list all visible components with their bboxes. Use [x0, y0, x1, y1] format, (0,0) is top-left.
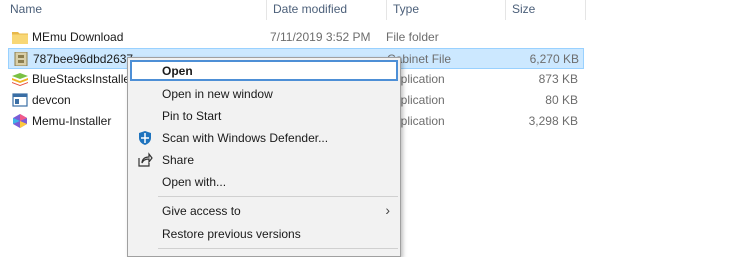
- memu-icon: [13, 114, 27, 128]
- column-date-modified[interactable]: Date modified: [273, 2, 347, 16]
- menu-item-label: Share: [162, 153, 195, 167]
- windows-defender-icon: [139, 131, 151, 145]
- column-size[interactable]: Size: [512, 2, 535, 16]
- column-type[interactable]: Type: [393, 2, 419, 16]
- column-separator[interactable]: [386, 0, 387, 20]
- file-name: MEmu Download: [32, 30, 124, 44]
- menu-item-label: Pin to Start: [162, 109, 222, 123]
- column-separator[interactable]: [266, 0, 267, 20]
- menu-item-label: Open in new window: [162, 87, 273, 101]
- share-icon: [138, 152, 153, 167]
- column-name[interactable]: Name: [10, 2, 42, 16]
- file-name: Memu-Installer: [32, 114, 112, 128]
- bluestacks-icon: [12, 73, 28, 86]
- menu-item-label: Open: [162, 64, 193, 78]
- file-date: 7/11/2019 3:52 PM: [270, 30, 371, 44]
- column-separator[interactable]: [585, 0, 586, 20]
- cabinet-file-icon: [14, 52, 28, 66]
- menu-item-label: Give access to: [162, 204, 241, 218]
- column-header: Name Date modified Type Size: [0, 0, 740, 20]
- menu-item-pin-to-start[interactable]: Pin to Start: [130, 105, 398, 126]
- file-name: BlueStacksInstalle: [32, 72, 131, 86]
- menu-item-scan-defender[interactable]: Scan with Windows Defender...: [130, 127, 398, 148]
- folder-icon: [12, 32, 28, 44]
- menu-item-open-with[interactable]: Open with...: [130, 171, 398, 192]
- chevron-right-icon: ›: [385, 202, 390, 218]
- menu-item-restore-previous-versions[interactable]: Restore previous versions: [130, 223, 398, 244]
- menu-divider: [158, 196, 398, 197]
- file-type: File folder: [386, 30, 439, 44]
- menu-divider: [158, 248, 398, 249]
- menu-item-open[interactable]: Open: [130, 60, 398, 81]
- file-size: 3,298 KB: [528, 114, 578, 128]
- menu-item-share[interactable]: Share: [130, 149, 398, 170]
- menu-item-give-access[interactable]: Give access to ›: [130, 200, 398, 221]
- menu-item-label: Scan with Windows Defender...: [162, 131, 329, 145]
- file-row-memu-download[interactable]: MEmu Download 7/11/2019 3:52 PM File fol…: [8, 27, 584, 48]
- file-size: 80 KB: [545, 93, 578, 107]
- menu-item-label: Open with...: [162, 175, 227, 189]
- file-name: 787bee96dbd2637: [33, 52, 134, 66]
- file-size: 6,270 KB: [529, 52, 579, 66]
- application-icon: [12, 93, 28, 107]
- file-name: devcon: [32, 93, 71, 107]
- file-size: 873 KB: [538, 72, 578, 86]
- context-menu: Open Open in new window Pin to Start Sca…: [127, 57, 401, 257]
- column-separator[interactable]: [505, 0, 506, 20]
- menu-item-label: Restore previous versions: [162, 227, 301, 241]
- menu-item-open-new-window[interactable]: Open in new window: [130, 83, 398, 104]
